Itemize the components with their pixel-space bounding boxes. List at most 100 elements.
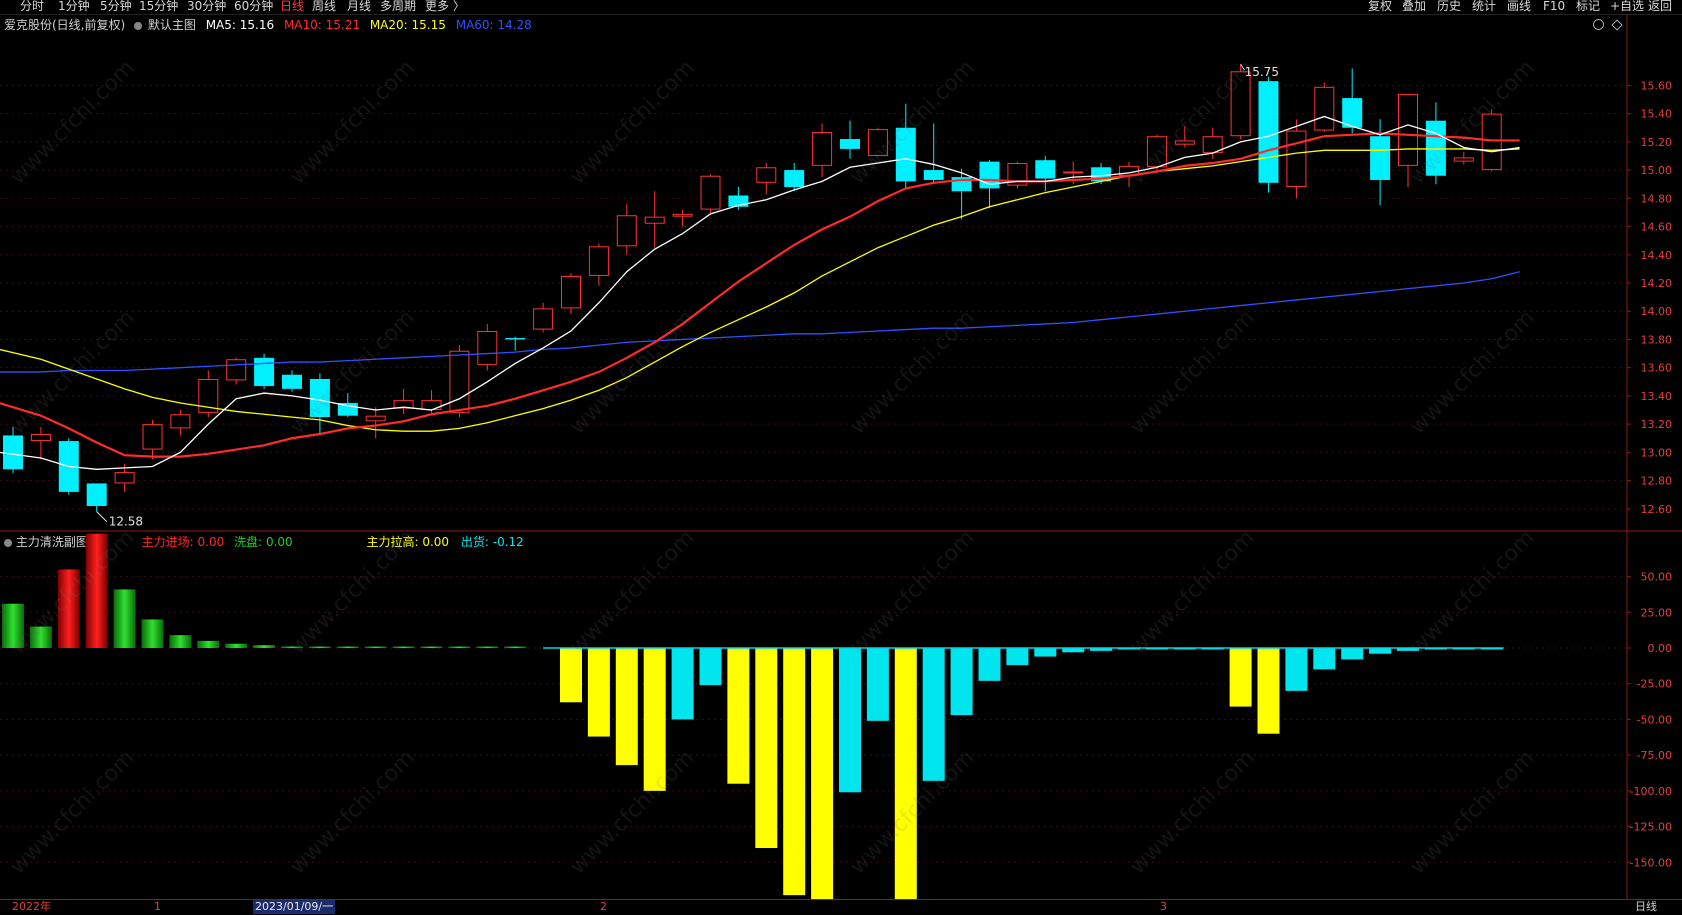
bar-layer [2, 533, 1504, 914]
indicator-bar [308, 646, 331, 649]
time-axis-bar: 2022年 1 2023/01/09/一 2 3 日线 [0, 899, 1682, 915]
price-tick-label: 12.60 [1641, 503, 1673, 516]
candle-body [1230, 71, 1251, 137]
candle-body [1370, 136, 1391, 180]
indicator-tick-label: -125.00 [1630, 821, 1672, 834]
candle-body [644, 216, 665, 224]
indicator-bar [113, 589, 136, 648]
indicator-bar [950, 648, 973, 716]
candle-body [114, 472, 135, 484]
candle-body [421, 400, 442, 411]
candle-body [170, 414, 191, 429]
indicator-bar [85, 533, 108, 648]
indicator-tick-label: -150.00 [1630, 856, 1672, 869]
candle-body [588, 246, 609, 276]
price-tick-label: 15.40 [1641, 108, 1673, 121]
indicator-bar [643, 648, 666, 791]
indicator-tick-label: -50.00 [1637, 713, 1672, 726]
candle-body [1398, 93, 1418, 166]
indicator-bar [1034, 648, 1057, 657]
indicator-bar [671, 648, 694, 720]
candle-body [282, 374, 302, 389]
price-tick-label: 13.00 [1641, 446, 1673, 459]
candle-body [1286, 130, 1307, 188]
candle-body [477, 330, 498, 365]
indicator-tick-label: -75.00 [1637, 749, 1672, 762]
marker-layer: 15.75 12.58 [96, 63, 1279, 529]
candle-body [533, 308, 554, 330]
price-tick-label: 13.40 [1641, 390, 1673, 403]
indicator-bar [839, 648, 861, 793]
axis-layer: 15.60 15.40 15.20 15.00 14.80 14.60 14.40 14.20… [1627, 79, 1672, 869]
indicator-bar [253, 645, 276, 648]
price-tick-label: 13.80 [1641, 333, 1673, 346]
candle-body [840, 139, 860, 149]
indicator-tick-label: -100.00 [1630, 785, 1672, 798]
indicator-bar [1006, 648, 1029, 666]
candle-body [812, 131, 833, 166]
indicator-bar [336, 646, 359, 649]
price-tick-label: 14.80 [1641, 192, 1673, 205]
candle-body [756, 167, 777, 183]
candle-body [1063, 171, 1084, 174]
candle-body [1314, 86, 1335, 131]
candle-body [142, 424, 163, 450]
indicator-bar [448, 646, 471, 649]
candle-layer [3, 64, 1502, 512]
candle-body [505, 338, 526, 340]
indicator-bar [1285, 648, 1308, 691]
indicator-bar [1341, 648, 1364, 660]
price-tick-label: 14.40 [1641, 249, 1673, 262]
indicator-bar [1257, 648, 1280, 734]
price-tick-label: 13.60 [1641, 362, 1673, 375]
price-tick-label: 15.60 [1641, 79, 1673, 92]
indicator-bar [866, 648, 889, 721]
indicator-bar [1229, 648, 1252, 707]
month-label-2: 2 [600, 900, 607, 913]
candle-body [561, 275, 581, 309]
candle-body [86, 483, 107, 507]
chart-canvas[interactable]: 15.60 15.40 15.20 15.00 14.80 14.60 14.40 14.20… [0, 0, 1682, 914]
low-price-label: 12.58 [109, 515, 143, 529]
candle-body [1035, 160, 1056, 179]
candle-body [1453, 157, 1474, 162]
indicator-tick-label: 0.00 [1648, 642, 1673, 655]
candle-body [1174, 140, 1195, 145]
low-marker-arrow [96, 511, 108, 523]
candle-body [30, 434, 51, 442]
indicator-bar [281, 646, 303, 649]
indicator-bar [420, 646, 443, 649]
price-tick-label: 15.00 [1641, 164, 1673, 177]
price-tick-label: 14.20 [1641, 277, 1673, 290]
candle-body [1481, 113, 1502, 171]
indicator-bar [57, 569, 80, 648]
indicator-bar [1313, 648, 1336, 670]
indicator-bar [1369, 648, 1392, 654]
indicator-bar [364, 646, 387, 649]
candle-body [1258, 81, 1279, 183]
year-label: 2022年 [12, 900, 51, 913]
indicator-tick-label: 25.00 [1641, 606, 1673, 619]
high-price-label: 15.75 [1245, 65, 1279, 79]
month-label-3: 3 [1160, 900, 1167, 913]
indicator-bar [560, 648, 582, 703]
cursor-date-label: 2023/01/09/一 [253, 900, 336, 914]
candle-body [923, 170, 944, 180]
candle-body [449, 350, 470, 413]
indicator-bar [476, 646, 499, 649]
candle-body [895, 127, 916, 182]
indicator-bar [587, 648, 610, 737]
ma60-line [0, 271, 1520, 373]
candle-body [365, 415, 386, 422]
candle-body [309, 378, 330, 418]
candle-body [1425, 120, 1446, 176]
price-tick-label: 15.20 [1641, 136, 1673, 149]
indicator-bar [504, 646, 527, 649]
indicator-bar [783, 648, 806, 896]
candle-body [226, 359, 247, 381]
indicator-bar [922, 648, 945, 781]
indicator-bar [811, 648, 834, 914]
indicator-bar [169, 635, 192, 648]
price-tick-label: 12.80 [1641, 475, 1673, 488]
period-label[interactable]: 日线 [1635, 900, 1657, 914]
